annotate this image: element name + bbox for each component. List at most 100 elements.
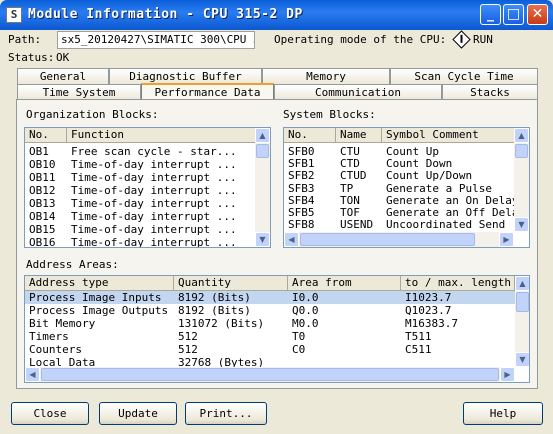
address-area-cell-quantity: 131072 (Bits) bbox=[178, 317, 265, 330]
run-mode-icon bbox=[452, 30, 471, 49]
col-no[interactable]: No. bbox=[25, 128, 67, 143]
col-to-max-length[interactable]: to / max. length bbox=[401, 276, 515, 291]
scroll-down-icon[interactable]: ▼ bbox=[255, 232, 270, 247]
col-area-from[interactable]: Area from bbox=[288, 276, 401, 291]
app-icon: S bbox=[6, 7, 22, 23]
system-block-cell-no: SFB2 bbox=[288, 169, 315, 183]
system-block-cell-comment: Count Down bbox=[386, 157, 453, 171]
address-area-row[interactable]: Timers 512 T0 T511 bbox=[25, 330, 515, 343]
col-no[interactable]: No. bbox=[284, 128, 336, 143]
org-block-row[interactable]: OB15 Time-of-day interrupt ... bbox=[25, 223, 255, 236]
scroll-down-icon[interactable]: ▼ bbox=[515, 352, 529, 367]
help-button[interactable]: Help bbox=[463, 402, 543, 425]
address-area-cell-type: Process Image Outputs bbox=[29, 304, 169, 317]
org-block-cell-function: Time-of-day interrupt ... bbox=[71, 184, 237, 197]
system-block-row[interactable]: SFB3 TP Generate a Pulse bbox=[284, 182, 514, 195]
tab-diagnostic-buffer[interactable]: Diagnostic Buffer bbox=[109, 68, 262, 84]
org-block-row[interactable]: OB13 Time-of-day interrupt ... bbox=[25, 197, 255, 210]
address-area-cell-type: Timers bbox=[29, 330, 69, 343]
scroll-up-icon[interactable]: ▲ bbox=[515, 276, 529, 291]
tab-general[interactable]: General bbox=[17, 68, 109, 84]
minimize-button[interactable]: _ bbox=[480, 4, 501, 25]
address-areas-list[interactable]: Address type Quantity Area from to / max… bbox=[24, 275, 530, 383]
tab-time-system[interactable]: Time System bbox=[17, 84, 141, 100]
scroll-thumb[interactable] bbox=[515, 144, 528, 158]
system-block-cell-comment: Count Up/Down bbox=[386, 169, 473, 183]
org-block-cell-no: OB14 bbox=[29, 210, 56, 223]
col-quantity[interactable]: Quantity bbox=[174, 276, 288, 291]
address-area-row[interactable]: Process Image Inputs 8192 (Bits) I0.0 I1023… bbox=[25, 291, 515, 304]
address-area-cell-area-from: I0.0 bbox=[292, 291, 319, 304]
address-area-cell-type: Counters bbox=[29, 343, 82, 356]
system-blocks-hscroll[interactable]: ◀ ▶ bbox=[284, 232, 514, 247]
system-block-cell-comment: Generate an On Delay bbox=[386, 193, 515, 207]
col-name[interactable]: Name bbox=[336, 128, 382, 143]
address-areas-hscroll[interactable]: ◀ ▶ bbox=[25, 367, 515, 382]
scroll-up-icon[interactable]: ▲ bbox=[514, 128, 529, 143]
scroll-up-icon[interactable]: ▲ bbox=[255, 128, 270, 143]
scroll-thumb[interactable] bbox=[41, 368, 499, 381]
path-field[interactable]: sx5_20120427\SIMATIC 300\CPU 315 bbox=[57, 31, 255, 49]
close-window-button[interactable]: ✕ bbox=[527, 4, 548, 25]
system-block-row[interactable]: SFB2 CTUD Count Up/Down bbox=[284, 169, 514, 182]
tab-stacks[interactable]: Stacks bbox=[442, 84, 538, 100]
org-block-cell-no: OB1 bbox=[29, 145, 49, 158]
close-button[interactable]: Close bbox=[11, 402, 89, 425]
address-area-row[interactable]: Process Image Outputs 8192 (Bits) Q0.0 Q102… bbox=[25, 304, 515, 317]
address-area-cell-to: Q1023.7 bbox=[405, 304, 452, 317]
scroll-thumb[interactable] bbox=[300, 233, 475, 246]
tab-scan-cycle-time[interactable]: Scan Cycle Time bbox=[390, 68, 538, 84]
address-areas-vscroll[interactable]: ▲ ▼ bbox=[515, 276, 529, 367]
org-block-row[interactable]: OB1 Free scan cycle - star... bbox=[25, 145, 255, 158]
address-area-cell-area-from: M0.0 bbox=[292, 317, 319, 330]
title-bar[interactable]: S Module Information - CPU 315-2 DP _ □ … bbox=[0, 0, 553, 30]
system-block-row[interactable]: SFB4 TON Generate an On Delay bbox=[284, 193, 515, 207]
address-area-cell-type: Process Image Inputs bbox=[29, 291, 162, 304]
col-function[interactable]: Function bbox=[67, 128, 256, 143]
print-button[interactable]: Print... bbox=[185, 402, 267, 425]
address-area-cell-to: M16383.7 bbox=[405, 317, 458, 330]
system-block-row[interactable]: SFB5 TOF Generate an Off Delay bbox=[284, 206, 515, 219]
address-areas-heading: Address Areas: bbox=[26, 258, 119, 271]
scroll-right-icon[interactable]: ▶ bbox=[500, 367, 515, 382]
org-block-row[interactable]: OB16 Time-of-day interrupt ... bbox=[25, 236, 255, 248]
scroll-left-icon[interactable]: ◀ bbox=[25, 367, 40, 382]
system-blocks-vscroll[interactable]: ▲ ▼ bbox=[514, 128, 529, 232]
scroll-right-icon[interactable]: ▶ bbox=[499, 232, 514, 247]
system-block-cell-name: CTD bbox=[340, 157, 360, 171]
system-block-cell-no: SFB0 bbox=[288, 145, 315, 158]
system-block-cell-name: TON bbox=[340, 193, 360, 207]
system-block-row[interactable]: SFB1 CTD Count Down bbox=[284, 157, 514, 170]
org-block-row[interactable]: OB11 Time-of-day interrupt ... bbox=[25, 171, 255, 184]
org-block-row[interactable]: OB12 Time-of-day interrupt ... bbox=[25, 184, 255, 197]
scroll-left-icon[interactable]: ◀ bbox=[284, 232, 299, 247]
org-block-row[interactable]: OB10 Time-of-day interrupt ... bbox=[25, 158, 255, 171]
address-area-row[interactable]: Bit Memory 131072 (Bits) M0.0 M16383.7 bbox=[25, 317, 515, 330]
org-blocks-vscroll[interactable]: ▲ ▼ bbox=[255, 128, 270, 247]
org-block-cell-function: Time-of-day interrupt ... bbox=[71, 236, 237, 248]
tab-performance-data[interactable]: Performance Data bbox=[141, 83, 274, 100]
address-area-cell-quantity: 8192 (Bits) bbox=[178, 304, 251, 317]
path-label: Path: bbox=[8, 33, 42, 46]
col-symbol-comment[interactable]: Symbol Comment bbox=[382, 128, 515, 143]
system-block-row[interactable]: SFB0 CTU Count Up bbox=[284, 145, 514, 158]
address-area-cell-type: Bit Memory bbox=[29, 317, 96, 330]
org-block-cell-no: OB13 bbox=[29, 197, 56, 210]
col-address-type[interactable]: Address type bbox=[25, 276, 174, 291]
scroll-down-icon[interactable]: ▼ bbox=[514, 217, 529, 232]
system-blocks-list[interactable]: No. Name Symbol Comment SFB0 CTU Count Up S… bbox=[283, 127, 530, 248]
org-block-row[interactable]: OB14 Time-of-day interrupt ... bbox=[25, 210, 255, 223]
address-area-cell-area-from: T0 bbox=[292, 330, 306, 343]
org-block-cell-function: Time-of-day interrupt ... bbox=[71, 210, 237, 223]
tab-memory[interactable]: Memory bbox=[262, 68, 390, 84]
update-button[interactable]: Update bbox=[99, 402, 177, 425]
scroll-thumb[interactable] bbox=[256, 144, 269, 158]
system-block-cell-no: SFB4 bbox=[288, 193, 315, 207]
org-blocks-list[interactable]: No. Function OB1 Free scan cycle - star..… bbox=[24, 127, 271, 248]
scroll-thumb[interactable] bbox=[516, 292, 529, 312]
address-area-row[interactable]: Counters 512 C0 C511 bbox=[25, 343, 515, 356]
system-block-row[interactable]: SFB8 USEND Uncoordinated Send bbox=[284, 218, 514, 231]
system-block-cell-comment: Uncoordinated Send bbox=[386, 218, 506, 232]
tab-communication[interactable]: Communication bbox=[274, 84, 442, 100]
maximize-button[interactable]: □ bbox=[503, 4, 524, 25]
